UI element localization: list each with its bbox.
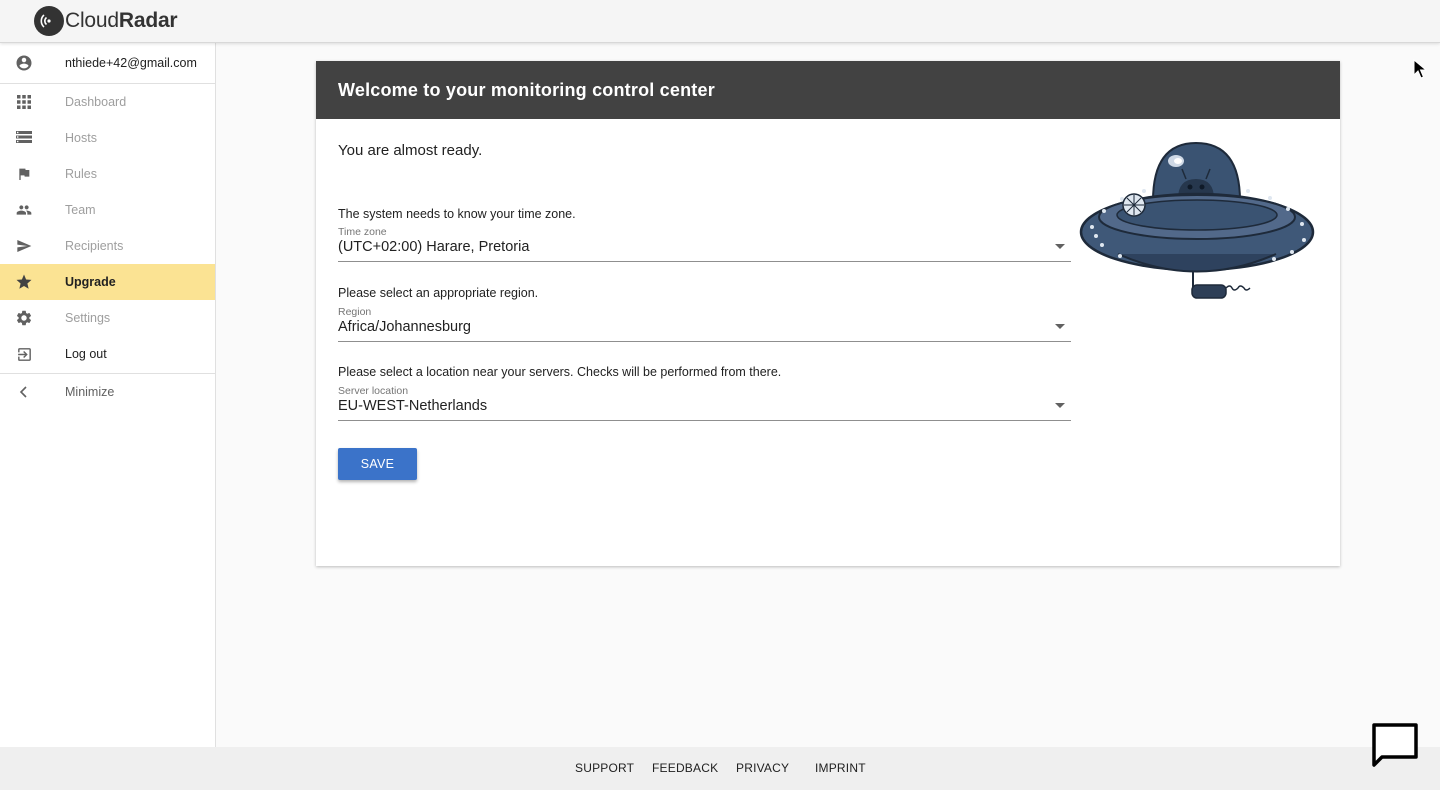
sidebar-item-label: Log out	[65, 347, 107, 361]
card-title: Welcome to your monitoring control cente…	[316, 61, 1340, 119]
grid-icon	[15, 93, 33, 111]
footer: SUPPORT FEEDBACK PRIVACY IMPRINT	[0, 747, 1440, 790]
footer-link-feedback[interactable]: FEEDBACK	[652, 761, 718, 775]
user-email: nthiede+42@gmail.com	[65, 56, 197, 70]
timezone-value: (UTC+02:00) Harare, Pretoria	[338, 239, 530, 255]
timezone-label: Time zone	[338, 226, 387, 238]
save-button[interactable]: SAVE	[338, 448, 417, 480]
sidebar-item-team[interactable]: Team	[0, 192, 215, 228]
server-location-value: EU-WEST-Netherlands	[338, 398, 488, 414]
welcome-card: Welcome to your monitoring control cente…	[316, 61, 1340, 566]
brand-logo[interactable]: CloudRadar	[34, 6, 178, 36]
server-location-select[interactable]: Server location EU-WEST-Netherlands	[338, 385, 1071, 421]
sidebar: nthiede+42@gmail.com Dashboard Hosts Rul…	[0, 43, 216, 747]
sidebar-item-settings[interactable]: Settings	[0, 300, 215, 336]
footer-link-privacy[interactable]: PRIVACY	[736, 761, 789, 775]
footer-link-support[interactable]: SUPPORT	[575, 761, 634, 775]
region-value: Africa/Johannesburg	[338, 319, 471, 335]
sidebar-item-hosts[interactable]: Hosts	[0, 120, 215, 156]
sidebar-item-recipients[interactable]: Recipients	[0, 228, 215, 264]
sidebar-user[interactable]: nthiede+42@gmail.com	[0, 43, 215, 84]
chat-icon[interactable]	[1370, 721, 1420, 767]
chevron-left-icon	[15, 383, 33, 401]
server-location-label: Server location	[338, 385, 409, 397]
logout-icon	[15, 345, 33, 363]
dropdown-arrow-icon	[1055, 403, 1065, 408]
account-circle-icon	[15, 54, 33, 72]
footer-link-imprint[interactable]: IMPRINT	[815, 761, 866, 775]
location-help: Please select a location near your serve…	[338, 365, 782, 379]
mouse-cursor-icon	[1413, 59, 1427, 79]
sidebar-item-label: Settings	[65, 311, 111, 325]
gear-icon	[15, 309, 33, 327]
sidebar-item-label: Hosts	[65, 131, 97, 145]
star-icon	[15, 273, 33, 291]
sidebar-item-label: Recipients	[65, 239, 124, 253]
flag-icon	[15, 165, 33, 183]
dropdown-arrow-icon	[1055, 244, 1065, 249]
radar-logo-icon	[34, 6, 64, 36]
top-bar: CloudRadar	[0, 0, 1440, 43]
sidebar-minimize[interactable]: Minimize	[0, 374, 215, 409]
card-subtitle: You are almost ready.	[338, 142, 483, 159]
sidebar-item-label: Team	[65, 203, 96, 217]
sidebar-item-rules[interactable]: Rules	[0, 156, 215, 192]
dropdown-arrow-icon	[1055, 324, 1065, 329]
people-icon	[15, 201, 33, 219]
timezone-select[interactable]: Time zone (UTC+02:00) Harare, Pretoria	[338, 226, 1071, 262]
server-list-icon	[15, 129, 33, 147]
sidebar-item-label: Rules	[65, 167, 97, 181]
region-help: Please select an appropriate region.	[338, 286, 539, 300]
ufo-illustration-icon	[1079, 141, 1315, 299]
sidebar-item-logout[interactable]: Log out	[0, 336, 215, 372]
sidebar-item-upgrade[interactable]: Upgrade	[0, 264, 215, 300]
send-icon	[15, 237, 33, 255]
timezone-help: The system needs to know your time zone.	[338, 207, 576, 221]
sidebar-item-label: Dashboard	[65, 95, 127, 109]
brand-name: CloudRadar	[65, 9, 178, 32]
sidebar-item-dashboard[interactable]: Dashboard	[0, 84, 215, 120]
region-select[interactable]: Region Africa/Johannesburg	[338, 306, 1071, 342]
sidebar-item-label: Upgrade	[65, 275, 116, 289]
minimize-label: Minimize	[65, 384, 115, 399]
region-label: Region	[338, 306, 372, 318]
